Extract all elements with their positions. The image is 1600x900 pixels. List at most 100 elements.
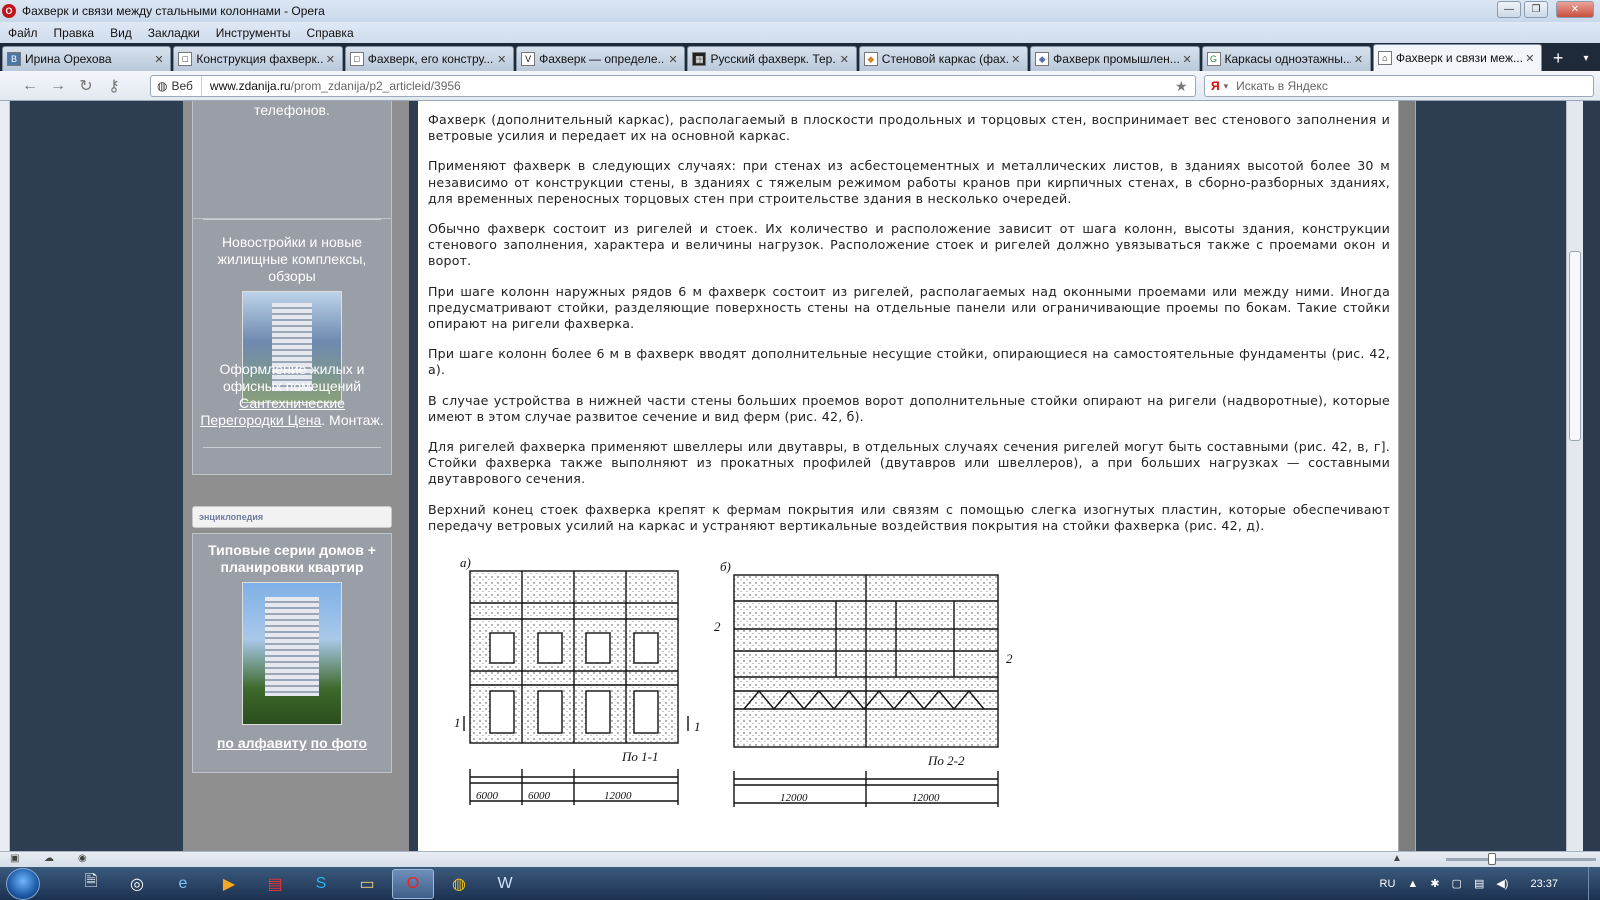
tab-bar: B Ирина Орехова ✕ □ Конструкция фахверк... ✕… xyxy=(0,43,1600,71)
series-photo[interactable] xyxy=(242,582,342,725)
chrome-icon[interactable]: ◍ xyxy=(438,869,480,899)
turbo-cloud-icon[interactable]: ☁ xyxy=(44,853,58,865)
word-icon[interactable]: W xyxy=(484,869,526,899)
tab-8[interactable]: G Каркасы одноэтажны... ✕ xyxy=(1201,46,1371,71)
media-player-icon[interactable]: ▶ xyxy=(208,869,250,899)
series-title[interactable]: Типовые серии домов + планировки квартир xyxy=(193,542,391,576)
pdf-reader-icon[interactable]: ▤ xyxy=(254,869,296,899)
close-tab-icon[interactable]: ✕ xyxy=(668,53,680,66)
address-toolbar: ← → ↻ ⚷ ◍ Веб www.zdanija.ru/prom_zdanija… xyxy=(0,71,1600,101)
partitions-link[interactable]: Перегородки Цена xyxy=(200,412,321,428)
dim-a-2: 6000 xyxy=(528,790,551,802)
right-page-margin xyxy=(1398,101,1416,851)
key-icon[interactable]: ⚷ xyxy=(100,75,128,97)
tray-expand-icon[interactable]: ▲ xyxy=(1407,878,1418,890)
close-tab-icon[interactable]: ✕ xyxy=(840,53,852,66)
search-dropdown-chevron-icon[interactable]: ▾ xyxy=(1224,81,1229,92)
device-icon[interactable]: ▢ xyxy=(1452,877,1462,890)
tab-label: Фахверк, его констру... xyxy=(367,52,494,66)
section-label-b: По 2-2 xyxy=(927,753,965,768)
close-tab-icon[interactable]: ✕ xyxy=(1525,52,1537,65)
site-icon: ◆ xyxy=(1035,52,1050,66)
plumbing-link[interactable]: Сантехнические xyxy=(239,395,345,411)
windows-media-icon[interactable]: ◎ xyxy=(116,869,158,899)
reload-icon[interactable]: ↻ xyxy=(72,75,100,97)
article-paragraph: Фахверк (дополнительный каркас), распола… xyxy=(428,112,1390,144)
tab-5[interactable]: ▦ Русский фахверк. Тер... ✕ xyxy=(687,46,857,71)
site-v-icon: V xyxy=(521,52,536,66)
explorer-library-icon[interactable]: 🗎 xyxy=(70,869,112,899)
close-tab-icon[interactable]: ✕ xyxy=(154,53,166,66)
close-tab-icon[interactable]: ✕ xyxy=(1011,53,1023,66)
section-mark-b-right: 2 xyxy=(1006,651,1013,666)
dim-b-2: 12000 xyxy=(912,792,940,804)
bluetooth-icon[interactable]: ✱ xyxy=(1430,877,1439,890)
house-icon: ⌂ xyxy=(1377,51,1392,65)
menu-view[interactable]: Вид xyxy=(102,26,140,40)
start-button[interactable] xyxy=(6,867,40,900)
close-tab-icon[interactable]: ✕ xyxy=(497,53,509,66)
new-tab-button[interactable]: + xyxy=(1544,46,1572,71)
section-mark-a-right: 1 xyxy=(694,719,701,734)
bookmark-star-icon[interactable]: ★ xyxy=(1175,78,1195,95)
skype-icon[interactable]: S xyxy=(300,869,342,899)
maximize-button[interactable]: ❐ xyxy=(1524,1,1548,18)
article-paragraph: Обычно фахверк состоит из ригелей и стое… xyxy=(428,221,1390,269)
dim-b-1: 12000 xyxy=(780,792,808,804)
clock[interactable]: 23:37 xyxy=(1530,878,1558,890)
yandex-icon: Я xyxy=(1211,79,1220,93)
newbuildings-link[interactable]: Новостройки и новые жилищные комплексы, … xyxy=(193,234,391,285)
menu-help[interactable]: Справка xyxy=(299,26,362,40)
address-field[interactable]: ◍ Веб www.zdanija.ru/prom_zdanija/p2_arti… xyxy=(150,75,1196,97)
alphabet-link[interactable]: по алфавиту xyxy=(217,735,307,751)
web-badge[interactable]: ◍ Веб xyxy=(151,76,202,96)
close-window-button[interactable]: ✕ xyxy=(1556,1,1594,18)
tab-2[interactable]: □ Конструкция фахверк... ✕ xyxy=(173,46,343,71)
tab-1[interactable]: B Ирина Орехова ✕ xyxy=(2,46,172,71)
folder-icon[interactable]: ▭ xyxy=(346,869,388,899)
url-domain: www.zdanija.ru xyxy=(209,79,291,93)
tab-4[interactable]: V Фахверк — определе... ✕ xyxy=(516,46,686,71)
close-tab-icon[interactable]: ✕ xyxy=(1354,53,1366,66)
volume-icon[interactable]: ◀) xyxy=(1496,877,1508,890)
green-g-icon: G xyxy=(1206,52,1221,66)
building-image xyxy=(264,597,320,696)
menu-bookmarks[interactable]: Закладки xyxy=(140,26,208,40)
side-panel-strip[interactable] xyxy=(0,101,10,851)
network-icon[interactable]: ▤ xyxy=(1474,877,1484,890)
encyclopedia-header[interactable]: энциклопедия xyxy=(192,506,392,528)
zoom-slider[interactable] xyxy=(1446,853,1596,865)
section-mark-b-left: 2 xyxy=(714,619,721,634)
tab-active[interactable]: ⌂ Фахверк и связи меж... ✕ xyxy=(1372,44,1543,71)
system-tray: RU ▲ ✱ ▢ ▤ ◀) 23:37 xyxy=(1374,867,1600,900)
windows-taskbar: 🗎 ◎ e ▶ ▤ S ▭ O ◍ W RU ▲ ✱ ▢ ▤ ◀) 23:37 xyxy=(0,867,1600,900)
article-content: Фахверк (дополнительный каркас), распола… xyxy=(418,101,1398,851)
menu-edit[interactable]: Правка xyxy=(46,26,103,40)
show-desktop-button[interactable] xyxy=(1588,867,1600,900)
minimize-button[interactable]: — xyxy=(1497,1,1521,18)
menu-file[interactable]: Файл xyxy=(0,26,46,40)
figure-label-a: а) xyxy=(460,555,471,570)
menu-tools[interactable]: Инструменты xyxy=(208,26,299,40)
scrollbar-thumb[interactable] xyxy=(1569,251,1581,441)
view-up-arrow-icon[interactable]: ▲ xyxy=(1392,853,1406,865)
search-input[interactable]: Я ▾ Искать в Яндекс xyxy=(1204,75,1594,97)
unite-icon[interactable]: ◉ xyxy=(78,853,92,865)
back-arrow-icon[interactable]: ← xyxy=(16,75,44,97)
tab-3[interactable]: □ Фахверк, его констру... ✕ xyxy=(344,46,515,71)
forward-arrow-icon[interactable]: → xyxy=(44,75,72,97)
by-photo-link[interactable]: по фото xyxy=(311,735,367,751)
opera-taskbar-icon[interactable]: O xyxy=(392,868,434,899)
divider xyxy=(203,219,381,220)
vertical-scrollbar[interactable] xyxy=(1566,101,1583,851)
tab-menu-chevron-icon[interactable]: ▾ xyxy=(1572,46,1600,71)
close-tab-icon[interactable]: ✕ xyxy=(1183,53,1195,66)
zoom-slider-knob[interactable] xyxy=(1488,853,1496,865)
close-tab-icon[interactable]: ✕ xyxy=(326,53,338,66)
tab-7[interactable]: ◆ Фахверк промышлен... ✕ xyxy=(1030,46,1200,71)
panel-toggle-icon[interactable]: ▣ xyxy=(10,853,24,865)
internet-explorer-icon[interactable]: e xyxy=(162,869,204,899)
tab-6[interactable]: ◆ Стеновой каркас (фах... ✕ xyxy=(858,46,1029,71)
language-indicator[interactable]: RU xyxy=(1380,878,1396,890)
url-text[interactable]: www.zdanija.ru/prom_zdanija/p2_articleid… xyxy=(202,79,1175,93)
